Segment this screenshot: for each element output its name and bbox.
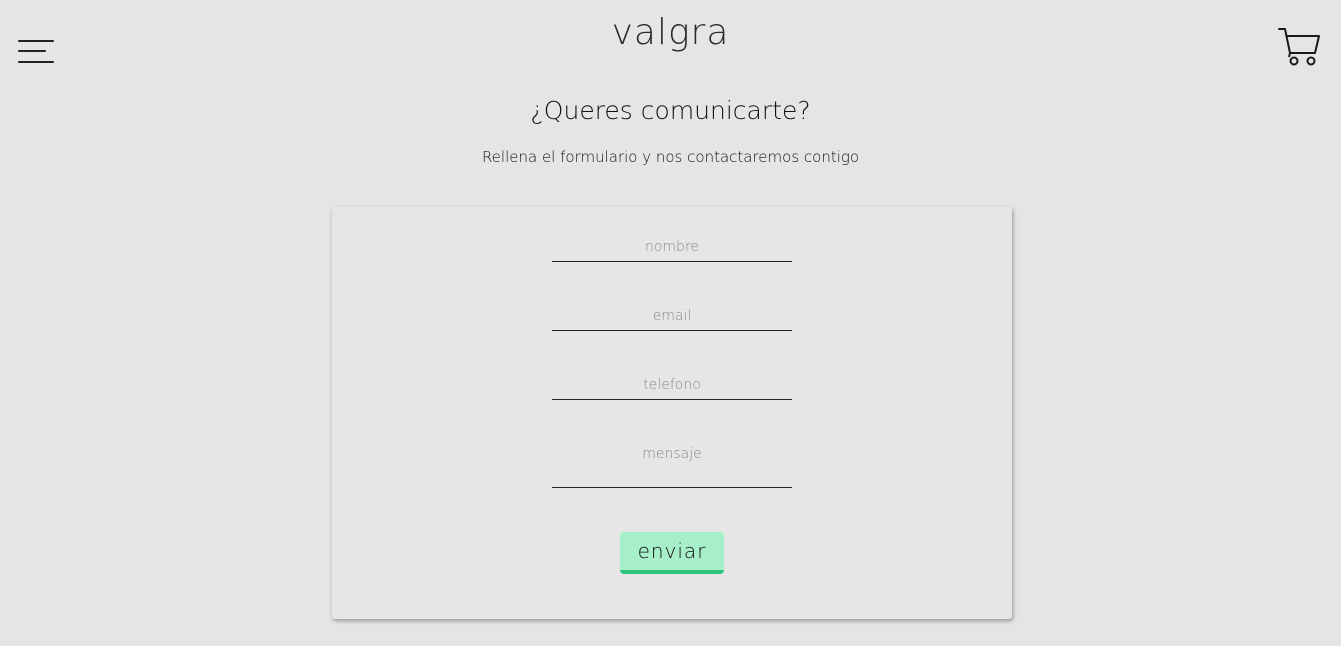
page-subtitle: Rellena el formulario y nos contactaremo… — [481, 148, 860, 166]
contact-form: enviar — [332, 207, 1012, 619]
enviar-button[interactable]: enviar — [620, 532, 724, 574]
brand-logo[interactable]: valgra — [0, 12, 1341, 53]
shopping-cart-icon[interactable] — [1277, 26, 1321, 68]
telefono-input[interactable] — [552, 375, 792, 400]
cart-svg — [1278, 28, 1320, 66]
contact-page: valgra ¿Queres comunicarte? Rellena el f… — [0, 0, 1341, 646]
mensaje-textarea[interactable] — [552, 444, 792, 488]
page-title: ¿Queres comunicarte? — [530, 96, 811, 125]
email-input[interactable] — [552, 306, 792, 331]
nombre-input[interactable] — [552, 237, 792, 262]
menu-line — [18, 61, 54, 63]
